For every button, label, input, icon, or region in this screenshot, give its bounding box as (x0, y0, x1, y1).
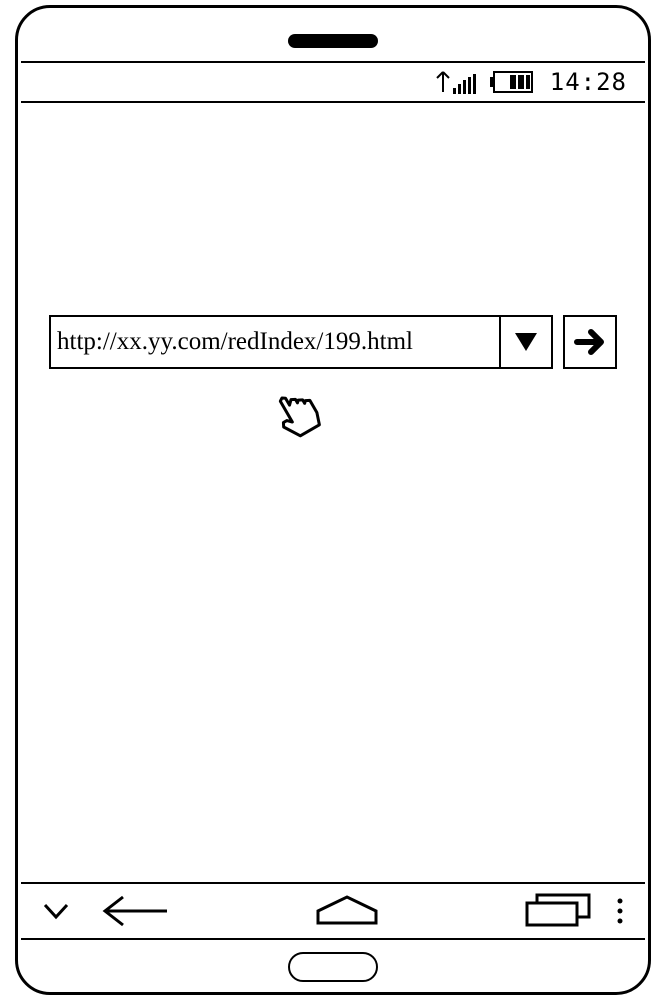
battery-icon (490, 70, 536, 94)
status-bar: 14:28 (21, 61, 645, 103)
speaker-slot (288, 34, 378, 48)
url-input[interactable] (51, 317, 499, 367)
clock-text: 14:28 (550, 68, 627, 96)
url-combo (49, 315, 553, 369)
back-arrow-icon[interactable] (101, 894, 171, 928)
pointer-hand-icon (261, 377, 341, 457)
go-button[interactable] (563, 315, 617, 369)
url-bar-row (49, 315, 617, 369)
navigation-bar (21, 882, 645, 940)
signal-icon (435, 70, 476, 94)
home-icon[interactable] (312, 893, 382, 929)
chevron-down-icon[interactable] (41, 901, 71, 921)
content-area (21, 105, 645, 897)
more-dots-icon[interactable] (615, 896, 625, 926)
triangle-down-icon (513, 331, 539, 353)
url-dropdown-button[interactable] (499, 317, 551, 367)
arrow-right-icon (573, 325, 607, 359)
device-frame: 14:28 (15, 5, 651, 995)
recent-apps-icon[interactable] (523, 891, 593, 931)
hardware-home-button[interactable] (288, 952, 378, 982)
